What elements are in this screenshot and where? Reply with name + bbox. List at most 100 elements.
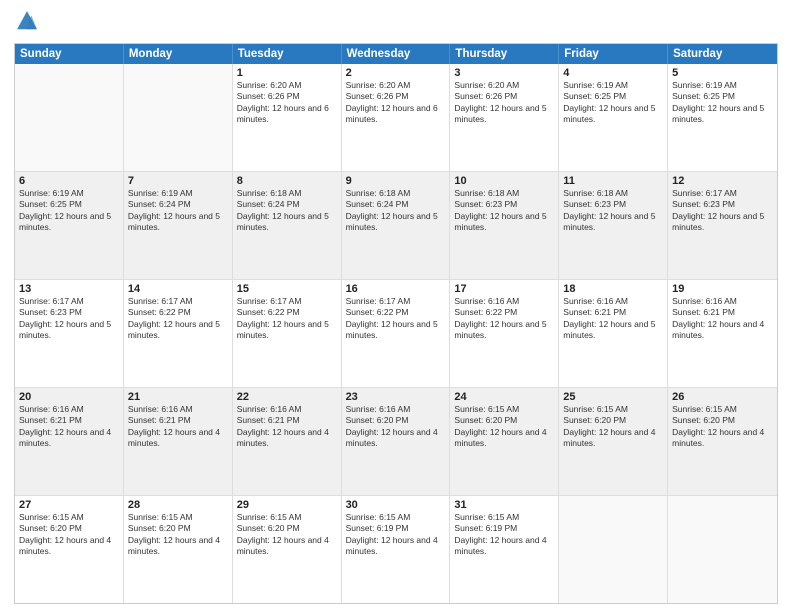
cell-info: Sunrise: 6:15 AM Sunset: 6:20 PM Dayligh… [128, 512, 228, 558]
day-number: 4 [563, 67, 663, 79]
header-cell-friday: Friday [559, 44, 668, 64]
cell-info: Sunrise: 6:16 AM Sunset: 6:21 PM Dayligh… [237, 404, 337, 450]
calendar-cell: 8Sunrise: 6:18 AM Sunset: 6:24 PM Daylig… [233, 172, 342, 279]
cell-info: Sunrise: 6:18 AM Sunset: 6:23 PM Dayligh… [454, 188, 554, 234]
calendar-row-2: 13Sunrise: 6:17 AM Sunset: 6:23 PM Dayli… [15, 279, 777, 387]
header-cell-saturday: Saturday [668, 44, 777, 64]
day-number: 28 [128, 499, 228, 511]
calendar-cell [124, 64, 233, 171]
cell-info: Sunrise: 6:16 AM Sunset: 6:21 PM Dayligh… [128, 404, 228, 450]
calendar-cell: 2Sunrise: 6:20 AM Sunset: 6:26 PM Daylig… [342, 64, 451, 171]
logo-icon [16, 10, 38, 32]
cell-info: Sunrise: 6:18 AM Sunset: 6:23 PM Dayligh… [563, 188, 663, 234]
calendar-cell: 4Sunrise: 6:19 AM Sunset: 6:25 PM Daylig… [559, 64, 668, 171]
day-number: 9 [346, 175, 446, 187]
day-number: 8 [237, 175, 337, 187]
day-number: 12 [672, 175, 773, 187]
calendar-cell: 30Sunrise: 6:15 AM Sunset: 6:19 PM Dayli… [342, 496, 451, 603]
calendar-cell: 18Sunrise: 6:16 AM Sunset: 6:21 PM Dayli… [559, 280, 668, 387]
cell-info: Sunrise: 6:16 AM Sunset: 6:20 PM Dayligh… [346, 404, 446, 450]
calendar-cell: 19Sunrise: 6:16 AM Sunset: 6:21 PM Dayli… [668, 280, 777, 387]
calendar-row-3: 20Sunrise: 6:16 AM Sunset: 6:21 PM Dayli… [15, 387, 777, 495]
header-cell-thursday: Thursday [450, 44, 559, 64]
cell-info: Sunrise: 6:15 AM Sunset: 6:19 PM Dayligh… [454, 512, 554, 558]
day-number: 19 [672, 283, 773, 295]
cell-info: Sunrise: 6:17 AM Sunset: 6:23 PM Dayligh… [19, 296, 119, 342]
calendar-cell: 10Sunrise: 6:18 AM Sunset: 6:23 PM Dayli… [450, 172, 559, 279]
calendar-row-0: 1 Sunrise: 6:20 AM Sunset: 6:26 PM Daylig… [15, 64, 777, 171]
cell-info: Sunrise: 6:16 AM Sunset: 6:21 PM Dayligh… [563, 296, 663, 342]
calendar-cell: 16Sunrise: 6:17 AM Sunset: 6:22 PM Dayli… [342, 280, 451, 387]
calendar-header: SundayMondayTuesdayWednesdayThursdayFrid… [15, 44, 777, 64]
day-number: 25 [563, 391, 663, 403]
day-number: 7 [128, 175, 228, 187]
day-number: 6 [19, 175, 119, 187]
calendar-cell: 15Sunrise: 6:17 AM Sunset: 6:22 PM Dayli… [233, 280, 342, 387]
cell-info: Sunrise: 6:18 AM Sunset: 6:24 PM Dayligh… [237, 188, 337, 234]
calendar-cell: 5Sunrise: 6:19 AM Sunset: 6:25 PM Daylig… [668, 64, 777, 171]
cell-info: Sunrise: 6:19 AM Sunset: 6:25 PM Dayligh… [672, 80, 773, 126]
day-number: 14 [128, 283, 228, 295]
cell-info: Sunrise: 6:18 AM Sunset: 6:24 PM Dayligh… [346, 188, 446, 234]
cell-info: Sunrise: 6:17 AM Sunset: 6:22 PM Dayligh… [237, 296, 337, 342]
calendar-cell: 7Sunrise: 6:19 AM Sunset: 6:24 PM Daylig… [124, 172, 233, 279]
day-number: 15 [237, 283, 337, 295]
day-number: 5 [672, 67, 773, 79]
calendar-cell: 13Sunrise: 6:17 AM Sunset: 6:23 PM Dayli… [15, 280, 124, 387]
header-cell-tuesday: Tuesday [233, 44, 342, 64]
calendar-cell: 29Sunrise: 6:15 AM Sunset: 6:20 PM Dayli… [233, 496, 342, 603]
cell-info: Sunrise: 6:19 AM Sunset: 6:25 PM Dayligh… [19, 188, 119, 234]
header [14, 10, 778, 37]
calendar-cell: 3Sunrise: 6:20 AM Sunset: 6:26 PM Daylig… [450, 64, 559, 171]
cell-info: Sunrise: 6:15 AM Sunset: 6:20 PM Dayligh… [19, 512, 119, 558]
day-number: 22 [237, 391, 337, 403]
day-number: 21 [128, 391, 228, 403]
calendar-cell: 26Sunrise: 6:15 AM Sunset: 6:20 PM Dayli… [668, 388, 777, 495]
day-number: 16 [346, 283, 446, 295]
day-number: 17 [454, 283, 554, 295]
header-cell-sunday: Sunday [15, 44, 124, 64]
cell-info: Sunrise: 6:16 AM Sunset: 6:22 PM Dayligh… [454, 296, 554, 342]
cell-info: Sunrise: 6:20 AM Sunset: 6:26 PM Dayligh… [454, 80, 554, 126]
day-number: 29 [237, 499, 337, 511]
calendar-cell: 11Sunrise: 6:18 AM Sunset: 6:23 PM Dayli… [559, 172, 668, 279]
calendar-cell: 21Sunrise: 6:16 AM Sunset: 6:21 PM Dayli… [124, 388, 233, 495]
logo [14, 10, 42, 37]
cell-info: Sunrise: 6:17 AM Sunset: 6:23 PM Dayligh… [672, 188, 773, 234]
calendar-cell: 14Sunrise: 6:17 AM Sunset: 6:22 PM Dayli… [124, 280, 233, 387]
calendar-cell: 12Sunrise: 6:17 AM Sunset: 6:23 PM Dayli… [668, 172, 777, 279]
cell-info: Sunrise: 6:17 AM Sunset: 6:22 PM Dayligh… [346, 296, 446, 342]
day-number: 24 [454, 391, 554, 403]
calendar-cell: 31Sunrise: 6:15 AM Sunset: 6:19 PM Dayli… [450, 496, 559, 603]
day-number: 27 [19, 499, 119, 511]
day-number: 20 [19, 391, 119, 403]
calendar-row-4: 27Sunrise: 6:15 AM Sunset: 6:20 PM Dayli… [15, 495, 777, 603]
day-number: 30 [346, 499, 446, 511]
calendar-cell: 22Sunrise: 6:16 AM Sunset: 6:21 PM Dayli… [233, 388, 342, 495]
day-number: 1 [237, 67, 337, 79]
day-number: 18 [563, 283, 663, 295]
calendar-cell: 20Sunrise: 6:16 AM Sunset: 6:21 PM Dayli… [15, 388, 124, 495]
calendar-cell: 23Sunrise: 6:16 AM Sunset: 6:20 PM Dayli… [342, 388, 451, 495]
day-number: 26 [672, 391, 773, 403]
header-cell-wednesday: Wednesday [342, 44, 451, 64]
calendar-cell: 17Sunrise: 6:16 AM Sunset: 6:22 PM Dayli… [450, 280, 559, 387]
cell-info: Sunrise: 6:19 AM Sunset: 6:24 PM Dayligh… [128, 188, 228, 234]
day-number: 31 [454, 499, 554, 511]
day-number: 10 [454, 175, 554, 187]
calendar-cell [559, 496, 668, 603]
cell-info: Sunrise: 6:16 AM Sunset: 6:21 PM Dayligh… [19, 404, 119, 450]
day-number: 2 [346, 67, 446, 79]
day-number: 13 [19, 283, 119, 295]
cell-info: Sunrise: 6:15 AM Sunset: 6:20 PM Dayligh… [672, 404, 773, 450]
cell-info: Sunrise: 6:19 AM Sunset: 6:25 PM Dayligh… [563, 80, 663, 126]
calendar-cell: 28Sunrise: 6:15 AM Sunset: 6:20 PM Dayli… [124, 496, 233, 603]
day-number: 11 [563, 175, 663, 187]
calendar-cell: 6Sunrise: 6:19 AM Sunset: 6:25 PM Daylig… [15, 172, 124, 279]
calendar-cell: 25Sunrise: 6:15 AM Sunset: 6:20 PM Dayli… [559, 388, 668, 495]
cell-info: Sunrise: 6:15 AM Sunset: 6:20 PM Dayligh… [563, 404, 663, 450]
calendar-row-1: 6Sunrise: 6:19 AM Sunset: 6:25 PM Daylig… [15, 171, 777, 279]
header-cell-monday: Monday [124, 44, 233, 64]
calendar-cell: 1Sunrise: 6:20 AM Sunset: 6:26 PM Daylig… [233, 64, 342, 171]
cell-info: Sunrise: 6:15 AM Sunset: 6:20 PM Dayligh… [237, 512, 337, 558]
